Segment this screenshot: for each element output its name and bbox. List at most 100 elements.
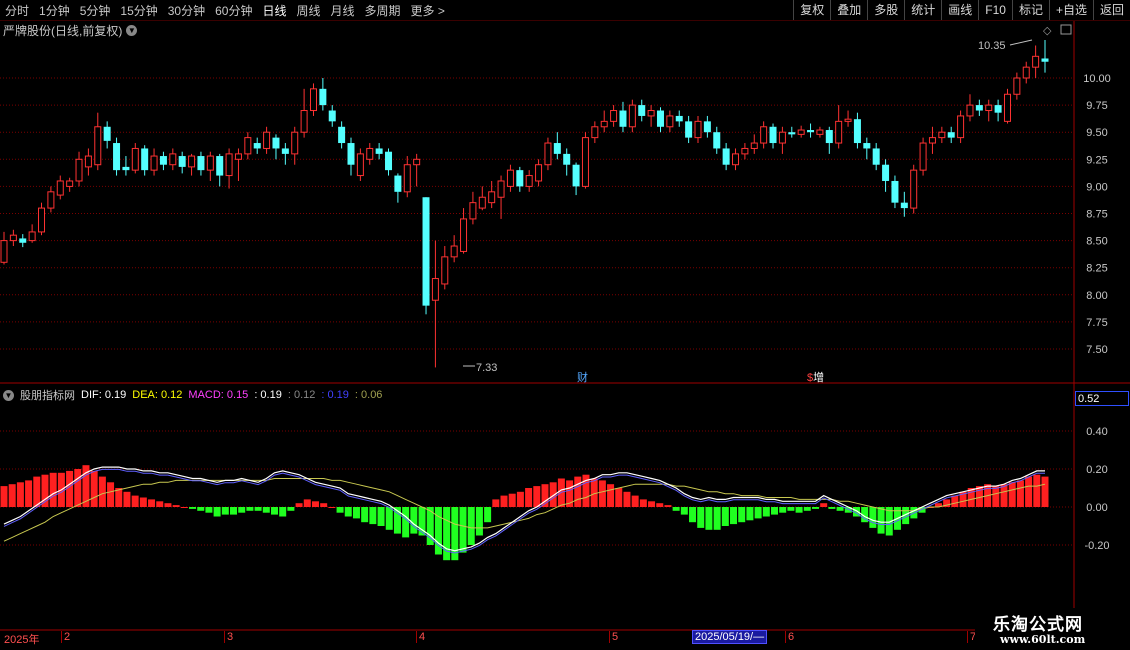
macd-bar <box>598 480 606 507</box>
candle-body-up <box>497 180 505 198</box>
macd-bar <box>295 503 303 507</box>
macd-tick: 0.00 <box>1086 502 1107 514</box>
macd-bar <box>877 507 885 534</box>
candle-body-down <box>872 148 880 165</box>
macd-bar <box>320 503 328 507</box>
macd-bar <box>836 507 844 511</box>
candle-body-down <box>272 137 280 149</box>
macd-bar <box>516 491 524 507</box>
candle-body-down <box>656 110 664 127</box>
macd-bar <box>262 507 270 513</box>
candle-body-up <box>206 155 214 171</box>
candle-body-down <box>385 151 393 171</box>
macd-bar <box>172 505 180 507</box>
indicator-header: ▼ 股朋指标网 DIF: 0.19 DEA: 0.12 MACD: 0.15 :… <box>3 387 382 403</box>
candle-body-up <box>356 153 364 177</box>
month-4: 4 <box>416 631 425 643</box>
macd-bar <box>533 486 541 507</box>
macd-bar <box>689 507 697 523</box>
macd-bar <box>721 507 729 526</box>
candle-body-up <box>131 147 139 171</box>
macd-bar <box>25 480 33 507</box>
candle-body-down <box>347 143 355 165</box>
month-2: 2 <box>61 631 70 643</box>
macd-bar <box>303 499 311 507</box>
macd-bar <box>74 469 82 507</box>
event-marker-increase[interactable]: $增 <box>807 370 824 384</box>
macd-bar <box>623 491 631 507</box>
macd-bar <box>1033 474 1041 507</box>
watermark-title: 乐淘公式网 <box>993 615 1083 635</box>
macd-tick: 0.40 <box>1086 426 1107 438</box>
candle-body-up <box>94 126 102 166</box>
watermark: 乐淘公式网 www.60lt.com <box>975 608 1130 650</box>
macd-bar <box>0 486 8 507</box>
macd-bar <box>574 476 582 507</box>
macd-bar <box>279 507 287 517</box>
macd-bar <box>475 507 483 536</box>
macd-bar <box>148 499 156 507</box>
macd-bar <box>631 495 639 507</box>
high-arrow <box>1009 39 1033 46</box>
candle-body-down <box>947 132 955 138</box>
event-marker-finance[interactable]: 财 <box>577 370 588 384</box>
macd-bar <box>664 505 672 507</box>
macd-bar <box>221 507 229 515</box>
macd-bar <box>615 488 623 507</box>
candle-body-up <box>797 129 805 135</box>
macd-bar <box>500 495 508 507</box>
candle-body-down <box>1041 58 1049 62</box>
candle-body-up <box>263 131 271 149</box>
macd-bar <box>66 470 74 507</box>
macd-bar <box>270 507 278 515</box>
candle-body-up <box>291 131 299 155</box>
candle-body-up <box>47 191 55 209</box>
macd-bar <box>98 476 106 507</box>
candle-body-up <box>225 153 233 177</box>
candle-body-up <box>478 196 486 209</box>
candle-body-up <box>506 169 514 187</box>
price-tick: 7.75 <box>1086 317 1107 329</box>
macd-value: MACD: 0.15 <box>188 389 249 401</box>
candle-body-up <box>760 126 768 144</box>
price-tick: 9.00 <box>1086 181 1107 193</box>
candle-body-down <box>103 126 111 141</box>
candle-body-up <box>966 104 974 117</box>
candle-body-up <box>694 120 702 139</box>
candle-body-down <box>722 148 730 165</box>
macd-bar <box>156 501 164 507</box>
candle-body-up <box>741 147 749 155</box>
macd-bar <box>8 484 16 507</box>
candle-body-up <box>928 137 936 144</box>
macd-bar <box>828 507 836 509</box>
diamond-icon[interactable]: ◇ <box>1043 25 1052 37</box>
macd-bar <box>90 470 98 507</box>
candle-body-down <box>19 238 27 243</box>
panel-toggle-icon[interactable] <box>1060 24 1072 35</box>
candle-body-down <box>675 115 683 122</box>
price-tick: 9.25 <box>1086 154 1107 166</box>
macd-bar <box>680 507 688 515</box>
candle-body-up <box>488 191 496 204</box>
macd-bar <box>607 484 615 507</box>
macd-bar <box>205 507 213 513</box>
price-tick: 8.00 <box>1086 290 1107 302</box>
macd-bar <box>467 507 475 545</box>
kline-chart[interactable]: 10.35 ◇ 7.33 财 $增 10.00 9.75 9.50 9.25 9.00 8… <box>0 0 1130 650</box>
chevron-down-icon[interactable]: ▼ <box>3 389 14 401</box>
candle-body-up <box>750 142 758 149</box>
candle-body-up <box>441 256 449 285</box>
candle-body-up <box>666 115 674 128</box>
macd-bar <box>738 507 746 523</box>
candle-body-up <box>1013 77 1021 95</box>
macd-bar <box>779 507 787 513</box>
macd-bar <box>377 507 385 526</box>
candle-body-up <box>1032 55 1040 68</box>
macd-bar <box>795 507 803 513</box>
macd-bar <box>648 501 656 507</box>
indicator-name: 股朋指标网 <box>20 390 75 402</box>
candle-body-down <box>882 164 890 181</box>
macd-bar <box>730 507 738 525</box>
extra-value-2: : 0.12 <box>287 389 316 401</box>
macd-bar <box>1000 484 1008 507</box>
